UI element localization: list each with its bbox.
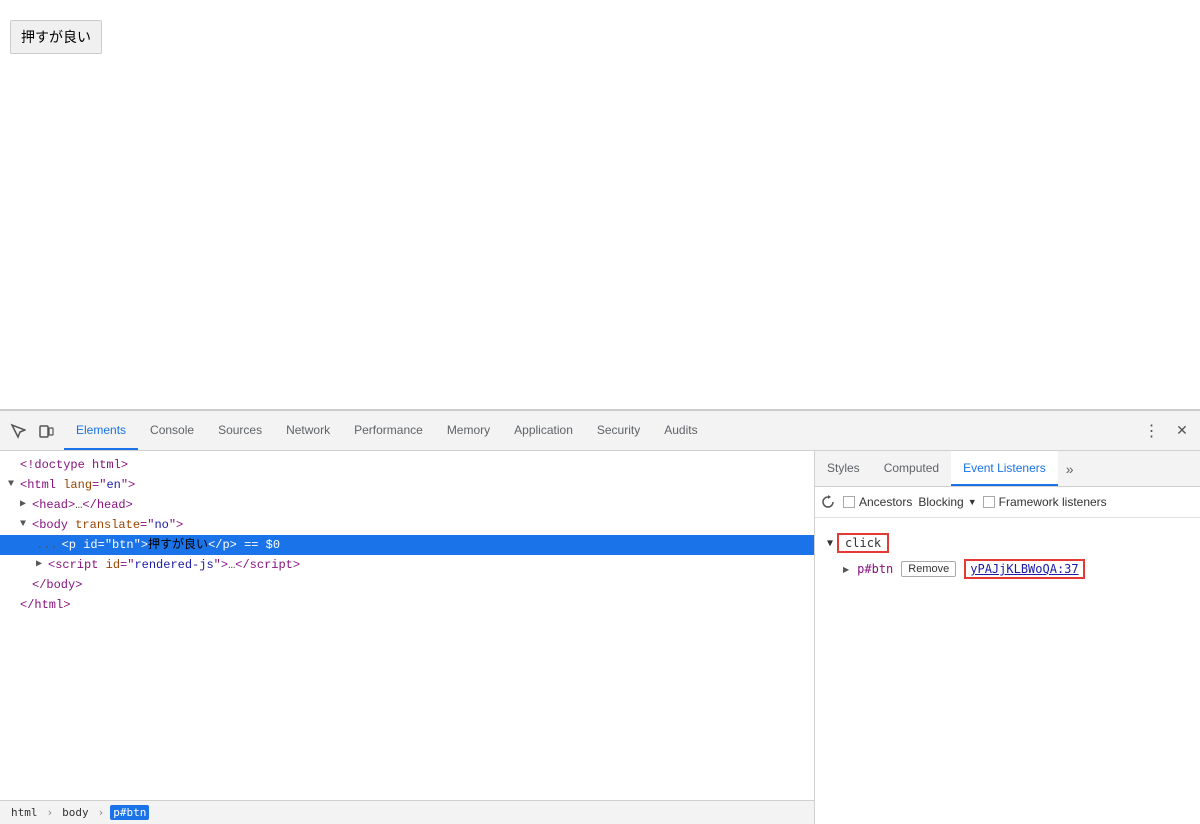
ancestors-checkbox[interactable] <box>843 496 855 508</box>
close-devtools-icon[interactable]: ✕ <box>1168 417 1196 445</box>
event-listeners-toolbar: Ancestors Blocking ▼ Framework listeners <box>815 487 1200 518</box>
tab-sources[interactable]: Sources <box>206 411 274 450</box>
breadcrumb-body[interactable]: body <box>59 805 92 820</box>
page-button[interactable]: 押すが良い <box>10 20 102 54</box>
elements-panel: <!doctype html> ▼ <html lang =" en "> ▶ … <box>0 451 815 824</box>
remove-listener-button[interactable]: Remove <box>901 561 956 577</box>
breadcrumb-sep-1: › <box>47 806 54 819</box>
tab-console[interactable]: Console <box>138 411 206 450</box>
tab-performance[interactable]: Performance <box>342 411 435 450</box>
tab-audits[interactable]: Audits <box>652 411 709 450</box>
html-line-body-close: </body> <box>0 575 814 595</box>
blocking-dropdown[interactable]: Blocking ▼ <box>918 495 976 509</box>
expand-icon <box>8 596 20 614</box>
devtools-main: <!doctype html> ▼ <html lang =" en "> ▶ … <box>0 451 1200 824</box>
html-line-html-close: </html> <box>0 595 814 615</box>
blocking-dropdown-icon: ▼ <box>968 497 977 507</box>
devtools-toolbar-right: ⋮ ✕ <box>1138 417 1196 445</box>
click-event-header[interactable]: ▼ click <box>823 530 1192 556</box>
html-line-p-btn[interactable]: ... <p id =" btn "> 押すが良い </p> == $0 <box>0 535 814 555</box>
ancestors-checkbox-label[interactable]: Ancestors <box>843 495 912 509</box>
refresh-event-listeners-icon[interactable] <box>819 493 837 511</box>
rp-tab-event-listeners[interactable]: Event Listeners <box>951 451 1058 486</box>
elements-content[interactable]: <!doctype html> ▼ <html lang =" en "> ▶ … <box>0 451 814 800</box>
more-options-icon[interactable]: ⋮ <box>1138 417 1166 445</box>
device-mode-icon[interactable] <box>32 417 60 445</box>
devtools-tabs: Elements Console Sources Network Perform… <box>64 411 1138 450</box>
event-source-link[interactable]: yPAJjKLBWoQA:37 <box>964 559 1084 579</box>
framework-listeners-checkbox[interactable] <box>983 496 995 508</box>
framework-listeners-label[interactable]: Framework listeners <box>983 495 1107 509</box>
html-line-head[interactable]: ▶ <head> … </head> <box>0 495 814 515</box>
right-panel: Styles Computed Event Listeners » <box>815 451 1200 824</box>
click-event-section: ▼ click ▶ p#btn Remove yPAJjKLBWoQA:37 <box>823 530 1192 582</box>
breadcrumb-sep-2: › <box>98 806 105 819</box>
tab-network[interactable]: Network <box>274 411 342 450</box>
right-panel-content: ▼ click ▶ p#btn Remove yPAJjKLBWoQA:37 <box>815 518 1200 824</box>
event-row-triangle[interactable]: ▶ <box>843 565 849 574</box>
expand-icon[interactable]: ▶ <box>20 496 32 514</box>
rp-tab-styles[interactable]: Styles <box>815 451 872 486</box>
tab-memory[interactable]: Memory <box>435 411 502 450</box>
tab-application[interactable]: Application <box>502 411 585 450</box>
html-line-script[interactable]: ▶ <script id =" rendered-js "> … </scrip… <box>0 555 814 575</box>
devtools-toolbar: Elements Console Sources Network Perform… <box>0 411 1200 451</box>
tab-elements[interactable]: Elements <box>64 411 138 450</box>
expand-icon[interactable]: ▶ <box>36 556 48 574</box>
expand-icon[interactable]: ▼ <box>20 516 32 534</box>
select-element-icon[interactable] <box>4 417 32 445</box>
html-line-body[interactable]: ▼ <body translate =" no "> <box>0 515 814 535</box>
three-dots[interactable]: ... <box>36 536 58 554</box>
expand-icon[interactable]: ▼ <box>8 476 20 494</box>
tab-security[interactable]: Security <box>585 411 652 450</box>
click-event-row: ▶ p#btn Remove yPAJjKLBWoQA:37 <box>823 556 1192 582</box>
html-line-html[interactable]: ▼ <html lang =" en "> <box>0 475 814 495</box>
breadcrumb-p-btn[interactable]: p#btn <box>110 805 149 820</box>
event-element: p#btn <box>857 562 893 576</box>
click-event-label: click <box>837 533 889 553</box>
rp-tab-more-icon[interactable]: » <box>1058 451 1082 486</box>
click-event-triangle[interactable]: ▼ <box>827 538 833 549</box>
rp-tab-computed[interactable]: Computed <box>872 451 951 486</box>
breadcrumb-html[interactable]: html <box>8 805 41 820</box>
right-panel-tabs: Styles Computed Event Listeners » <box>815 451 1200 487</box>
html-line-doctype: <!doctype html> <box>0 455 814 475</box>
expand-icon <box>20 576 32 594</box>
breadcrumb: html › body › p#btn <box>0 800 814 824</box>
devtools: Elements Console Sources Network Perform… <box>0 410 1200 824</box>
page-viewport: 押すが良い <box>0 0 1200 410</box>
expand-icon <box>8 456 20 474</box>
